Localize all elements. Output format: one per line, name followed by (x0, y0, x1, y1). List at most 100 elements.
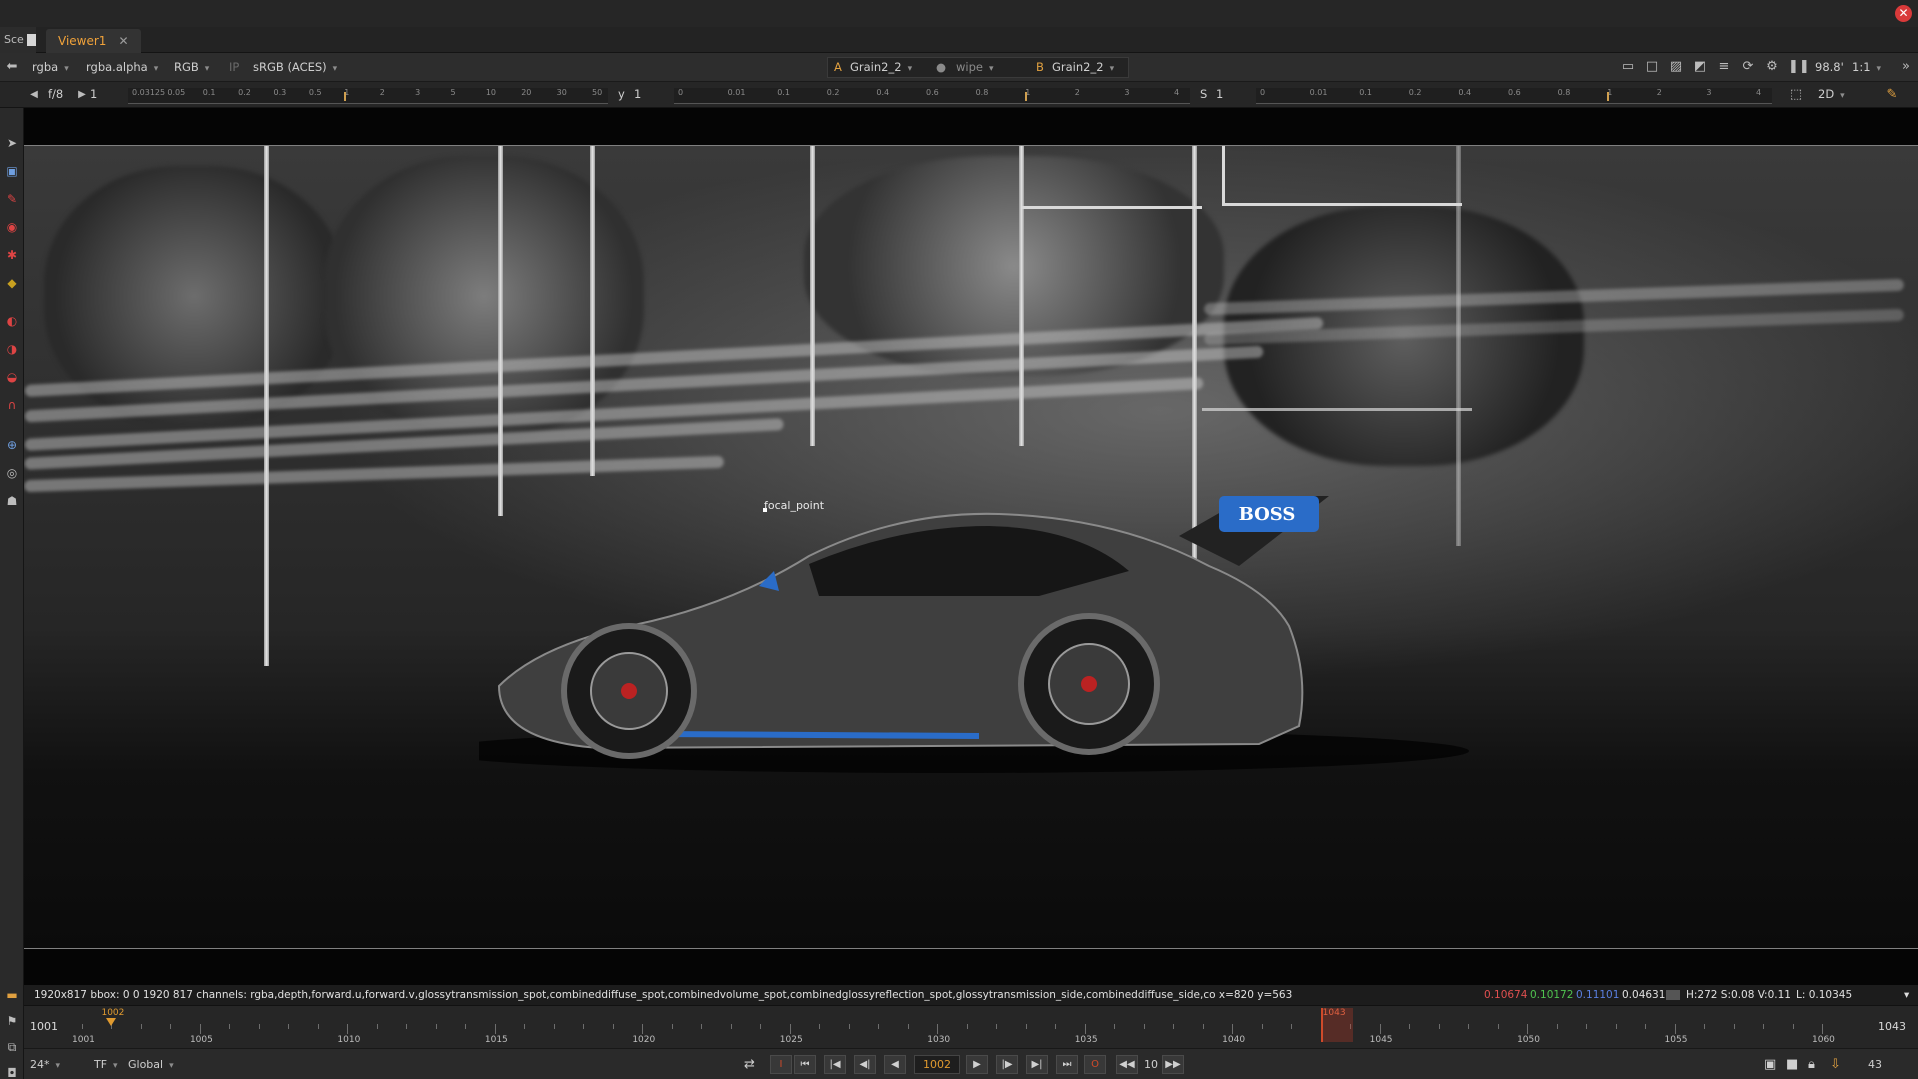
scope-dropdown[interactable]: Global (128, 1056, 174, 1073)
magnet-icon[interactable]: ∩ (5, 398, 19, 412)
first-frame-button[interactable]: ⏮ (794, 1055, 816, 1074)
wand-icon[interactable]: ⚑ (5, 1014, 19, 1028)
play-forward-button[interactable]: ▶ (966, 1055, 988, 1074)
timeline-tick (376, 1024, 378, 1029)
a-input-label: A (834, 60, 842, 74)
gamma-marker[interactable] (1025, 92, 1028, 101)
fstop-prev-icon[interactable]: ◀ (26, 87, 42, 103)
saturation-slider[interactable]: 0 0.01 0.1 0.2 0.4 0.6 0.8 1 2 3 4 (1256, 88, 1772, 104)
render-image[interactable]: BOSS focal_point (24, 145, 1918, 949)
skip-back-button[interactable]: ◀◀ (1116, 1055, 1138, 1074)
export-icon[interactable]: ⇩ (1830, 1056, 1841, 1073)
saturation-marker[interactable] (1607, 92, 1610, 101)
last-frame-button[interactable]: ⏭ (1056, 1055, 1078, 1074)
paint-icon[interactable]: ✎ (1884, 87, 1900, 103)
current-frame-label: 1002 (101, 1008, 125, 1018)
expand-chevron-icon[interactable]: » (1898, 59, 1914, 75)
timeline-track[interactable]: 1001 1005 1010 1015 1020 1025 1030 1035 1040 1045… (72, 1008, 1842, 1048)
channels-dropdown[interactable]: rgba (32, 59, 69, 76)
frame-line-4 (1222, 203, 1462, 206)
b-input-dropdown[interactable]: Grain2_2 (1052, 59, 1114, 76)
transform-icon[interactable]: ⊕ (5, 438, 19, 452)
brush-icon[interactable]: ✎ (5, 192, 19, 206)
ip-button[interactable]: IP (229, 59, 239, 76)
gamma-tick-label: 0.4 (876, 88, 890, 97)
folder-icon[interactable]: ▬ (5, 988, 19, 1002)
skip-forward-button[interactable]: ▶▶ (1162, 1055, 1184, 1074)
viewer-panel[interactable]: BOSS focal_point (24, 108, 1918, 985)
info-expand-icon[interactable]: ▾ (1904, 985, 1909, 1005)
pause-icon[interactable]: ❚❚ (1788, 59, 1810, 75)
target-icon[interactable]: ◎ (5, 466, 19, 480)
back-arrow-icon[interactable]: ⬅ (4, 59, 20, 75)
timeline-tick (1527, 1024, 1529, 1034)
close-tab-icon[interactable]: ✕ (118, 34, 128, 48)
current-frame-input[interactable]: 1002 (914, 1055, 960, 1074)
smear-icon[interactable]: ◑ (5, 342, 19, 356)
alpha-dropdown[interactable]: rgba.alpha (86, 59, 158, 76)
monitor-icon[interactable]: ▣ (1764, 1056, 1776, 1073)
frame-icon[interactable]: □ (1644, 59, 1660, 75)
roi-icon[interactable]: ▭ (1620, 59, 1636, 75)
fps-dropdown[interactable]: 24* (30, 1056, 60, 1073)
blur-icon[interactable]: ◐ (5, 314, 19, 328)
step-increment-value[interactable]: 10 (1144, 1056, 1158, 1073)
timeline-tick (258, 1024, 260, 1029)
a-input-dropdown[interactable]: Grain2_2 (850, 59, 912, 76)
rgb-dropdown[interactable]: RGB (174, 59, 209, 76)
lines-icon[interactable]: ≡ (1716, 59, 1732, 75)
saturation-value[interactable]: 1 (1216, 86, 1223, 103)
scope-value: Global (128, 1058, 164, 1071)
loop-icon[interactable]: ⇄ (744, 1056, 755, 1073)
play-backward-button[interactable]: ◀ (884, 1055, 906, 1074)
view-mode-dropdown[interactable]: 2D (1818, 86, 1845, 103)
overlay-icon[interactable]: ◩ (1692, 59, 1708, 75)
out-point-button[interactable]: O (1084, 1055, 1106, 1074)
close-window-button[interactable]: ✕ (1895, 5, 1912, 22)
stop-icon[interactable]: ■ (1786, 1056, 1798, 1073)
tab-scene-icon (26, 34, 36, 46)
step-back-button[interactable]: ◀| (854, 1055, 876, 1074)
ratio-dropdown[interactable]: 1:1 (1852, 59, 1881, 76)
settings-icon[interactable]: ⚙ (1764, 59, 1780, 75)
gain-slider[interactable]: 0.03125 0.05 0.1 0.2 0.3 0.5 1 2 3 5 10 20 30 50 (128, 88, 608, 104)
timeline-tick (1615, 1024, 1617, 1029)
wipe-dropdown[interactable]: wipe (956, 59, 994, 76)
timeline-start: 1001 (30, 1020, 58, 1033)
clone-icon[interactable]: ✱ (5, 248, 19, 262)
in-point-button[interactable]: I (770, 1055, 792, 1074)
current-frame-marker[interactable] (106, 1018, 117, 1026)
tf-dropdown[interactable]: TF (94, 1056, 118, 1073)
timeline-label: 1045 (1369, 1035, 1393, 1045)
lock-icon[interactable]: ▣ (5, 164, 19, 178)
prev-keyframe-button[interactable]: |◀ (824, 1055, 846, 1074)
layer-icon[interactable]: ☗ (5, 494, 19, 508)
lock-frame-icon[interactable]: 🔒︎ (1808, 1056, 1815, 1073)
tab-viewer1[interactable]: Viewer1 ✕ (46, 29, 141, 53)
next-keyframe-button[interactable]: ▶| (1026, 1055, 1048, 1074)
link-icon[interactable]: ⧉ (5, 1040, 19, 1054)
step-forward-button[interactable]: |▶ (996, 1055, 1018, 1074)
gain-value[interactable]: 1 (90, 86, 97, 103)
tf-value: TF (94, 1058, 108, 1071)
zoom-value: 98.8' (1815, 60, 1844, 74)
timeline[interactable]: 1001 1001 1005 1010 1015 1020 1025 1030 1035 104… (24, 1005, 1918, 1048)
gain-marker[interactable] (344, 92, 347, 101)
camera-icon[interactable]: ◘ (5, 1066, 19, 1079)
reveal-icon[interactable]: ◒ (5, 370, 19, 384)
gain-tick-label: 0.05 (167, 88, 186, 97)
dodge-icon[interactable]: ◆ (5, 276, 19, 290)
region-select-icon[interactable]: ⬚ (1788, 87, 1804, 103)
fstop-next-icon[interactable]: ▶ (74, 87, 90, 103)
colorspace-dropdown[interactable]: sRGB (ACES) (253, 59, 337, 76)
eraser-icon[interactable]: ◉ (5, 220, 19, 234)
fstop-value[interactable]: f/8 (48, 86, 63, 103)
gamma-value[interactable]: 1 (634, 86, 641, 103)
gamma-slider[interactable]: 0 0.01 0.1 0.2 0.4 0.6 0.8 1 2 3 4 (674, 88, 1190, 104)
select-arrow-icon[interactable]: ➤ (5, 136, 19, 150)
refresh-icon[interactable]: ⟳ (1740, 59, 1756, 75)
zebra-icon[interactable]: ▨ (1668, 59, 1684, 75)
saturation-tick-label: 4 (1756, 88, 1762, 97)
timeline-tick (878, 1024, 880, 1029)
tab-scene[interactable]: Sce (0, 27, 36, 53)
